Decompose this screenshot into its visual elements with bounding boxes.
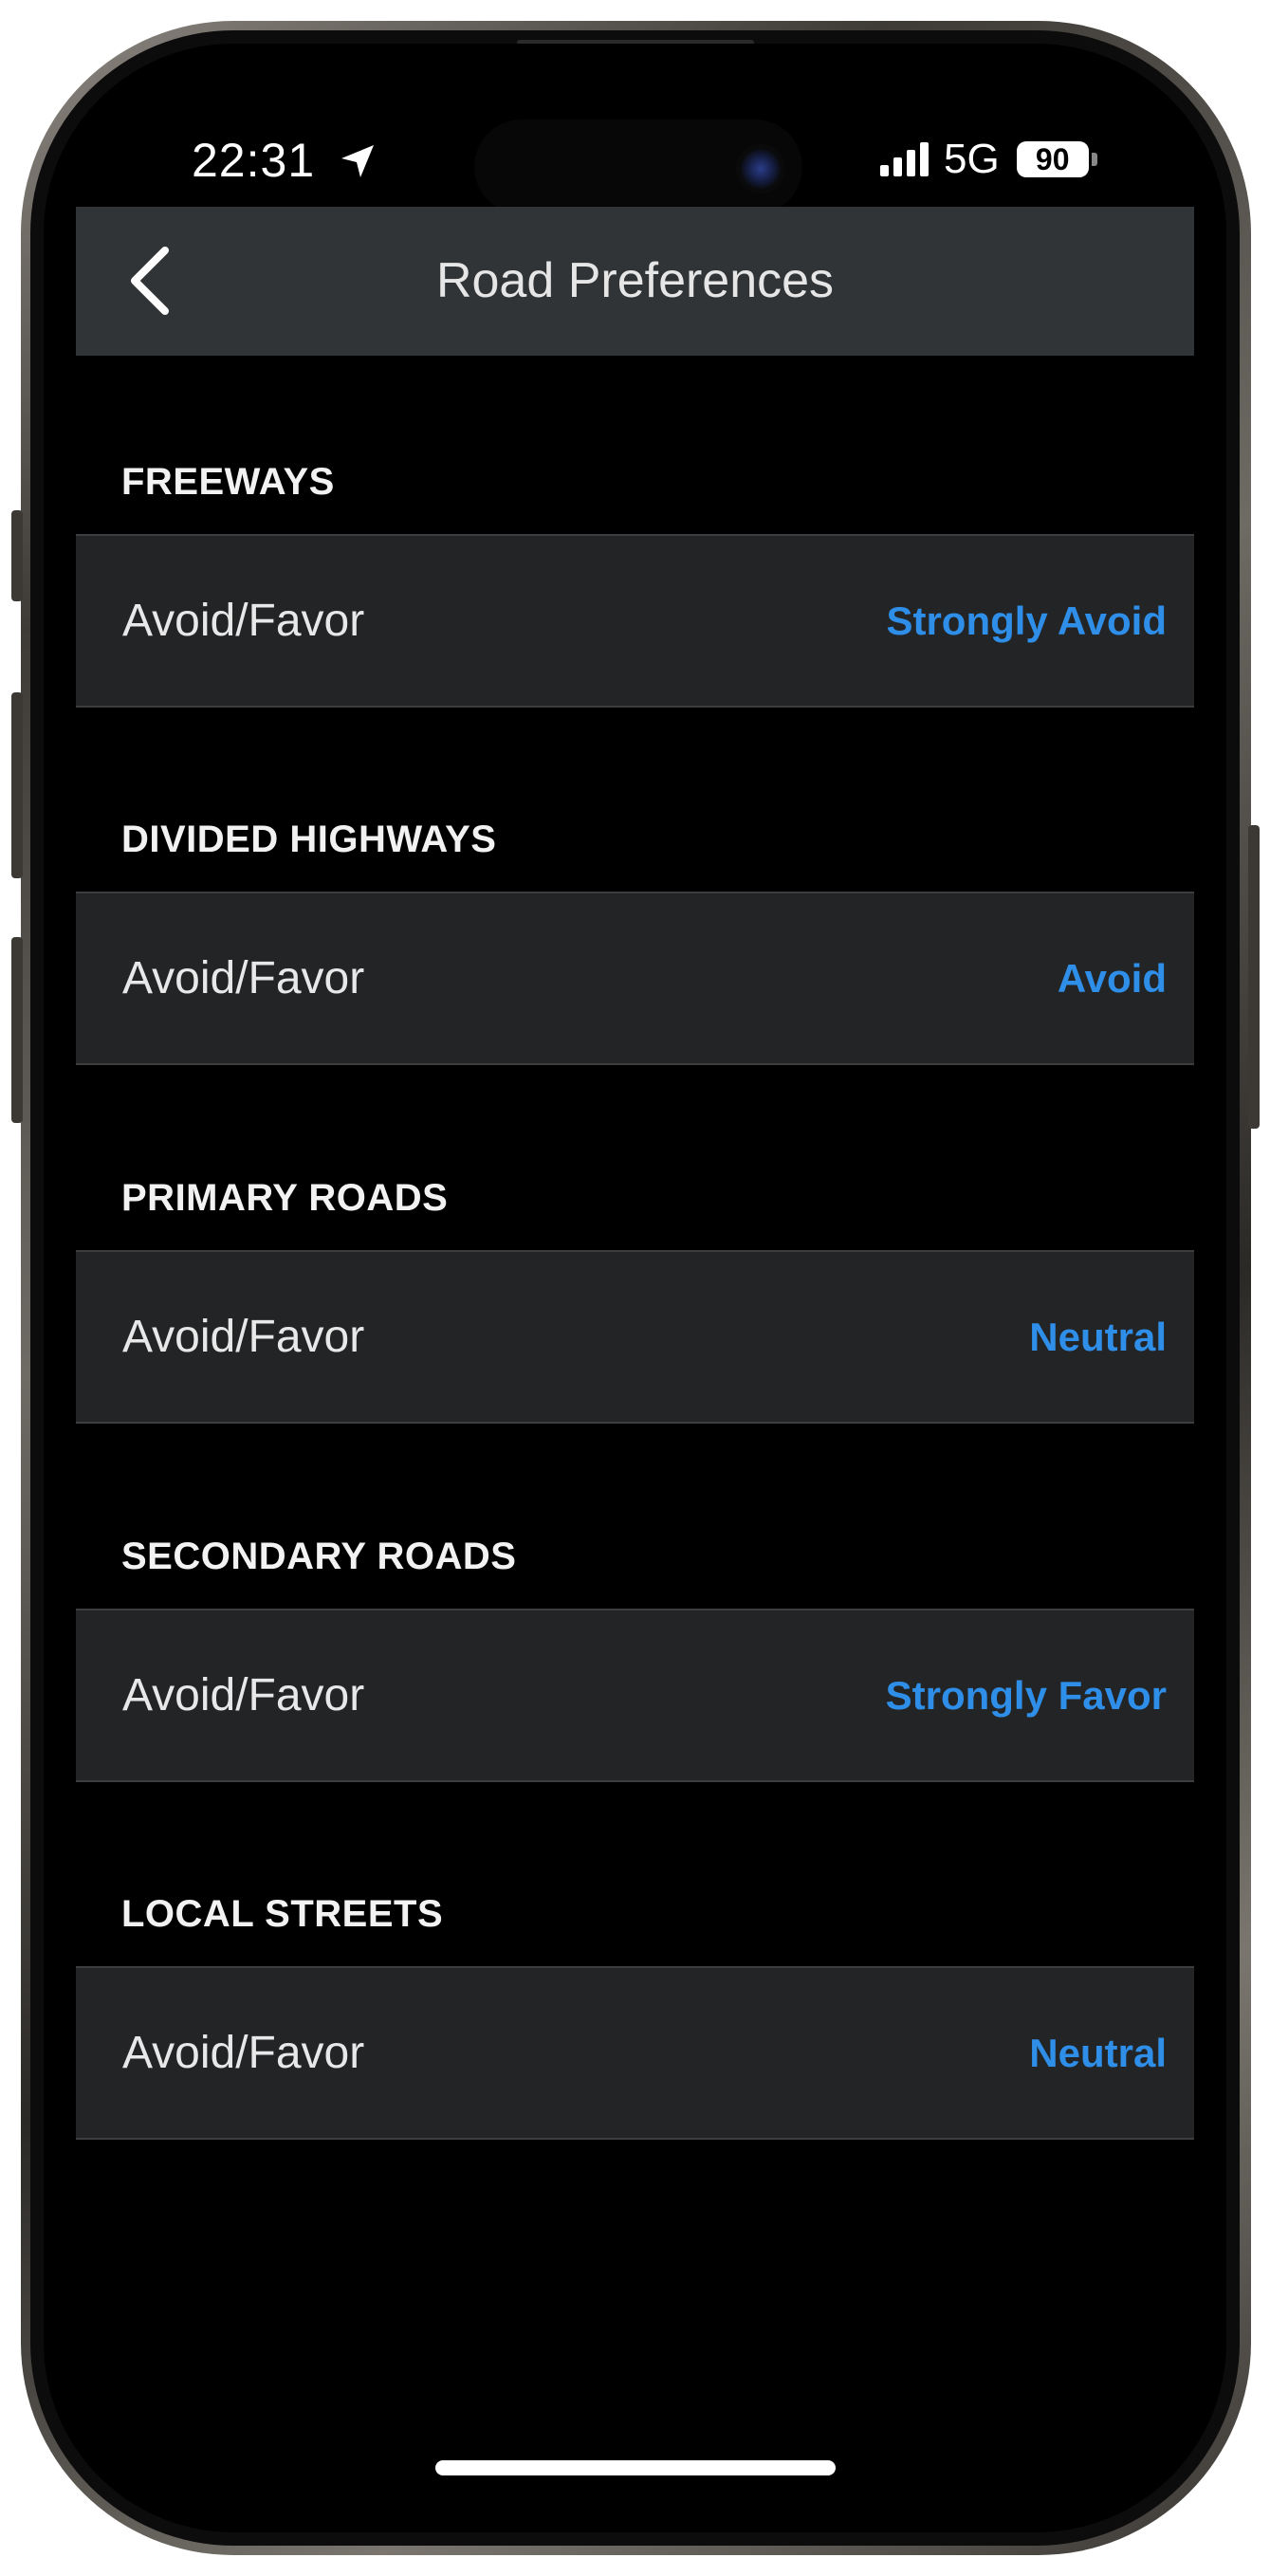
battery-level: 90 <box>1016 141 1089 177</box>
row-label: Avoid/Favor <box>122 596 365 646</box>
section-header-local-streets: LOCAL STREETS <box>121 1893 444 1935</box>
avoid-favor-row-divided-highways[interactable]: Avoid/Favor Avoid <box>76 892 1194 1065</box>
row-label: Avoid/Favor <box>122 1312 365 1362</box>
section-header-primary-roads: PRIMARY ROADS <box>121 1177 449 1219</box>
row-value: Strongly Favor <box>885 1672 1167 1718</box>
network-type: 5G <box>944 136 1000 182</box>
status-time: 22:31 <box>192 133 377 192</box>
section-header-secondary-roads: SECONDARY ROADS <box>121 1536 517 1577</box>
row-value: Strongly Avoid <box>886 598 1167 643</box>
location-arrow-icon <box>339 137 377 192</box>
row-label: Avoid/Favor <box>122 2028 365 2078</box>
power-button <box>1248 825 1260 1129</box>
row-label: Avoid/Favor <box>122 1670 365 1720</box>
battery-cap <box>1091 153 1097 166</box>
action-button <box>11 510 23 601</box>
row-value: Neutral <box>1029 2030 1167 2075</box>
navigation-bar: Road Preferences <box>76 207 1194 356</box>
status-indicators: 5G 90 <box>880 136 1097 182</box>
avoid-favor-row-freeways[interactable]: Avoid/Favor Strongly Avoid <box>76 534 1194 708</box>
section-header-freeways: FREEWAYS <box>121 461 335 503</box>
row-label: Avoid/Favor <box>122 953 365 1003</box>
avoid-favor-row-local-streets[interactable]: Avoid/Favor Neutral <box>76 1966 1194 2140</box>
avoid-favor-row-primary-roads[interactable]: Avoid/Favor Neutral <box>76 1250 1194 1424</box>
row-value: Neutral <box>1029 1314 1167 1359</box>
cellular-signal-icon <box>880 142 929 176</box>
camera-lens <box>736 144 785 193</box>
home-indicator[interactable] <box>435 2460 836 2475</box>
section-header-divided-highways: DIVIDED HIGHWAYS <box>121 819 497 860</box>
volume-up-button <box>11 692 23 878</box>
volume-down-button <box>11 937 23 1123</box>
avoid-favor-row-secondary-roads[interactable]: Avoid/Favor Strongly Favor <box>76 1609 1194 1782</box>
battery-icon: 90 <box>1016 141 1097 177</box>
status-time-text: 22:31 <box>192 134 316 187</box>
row-value: Avoid <box>1057 955 1167 1001</box>
page-title: Road Preferences <box>435 253 835 308</box>
